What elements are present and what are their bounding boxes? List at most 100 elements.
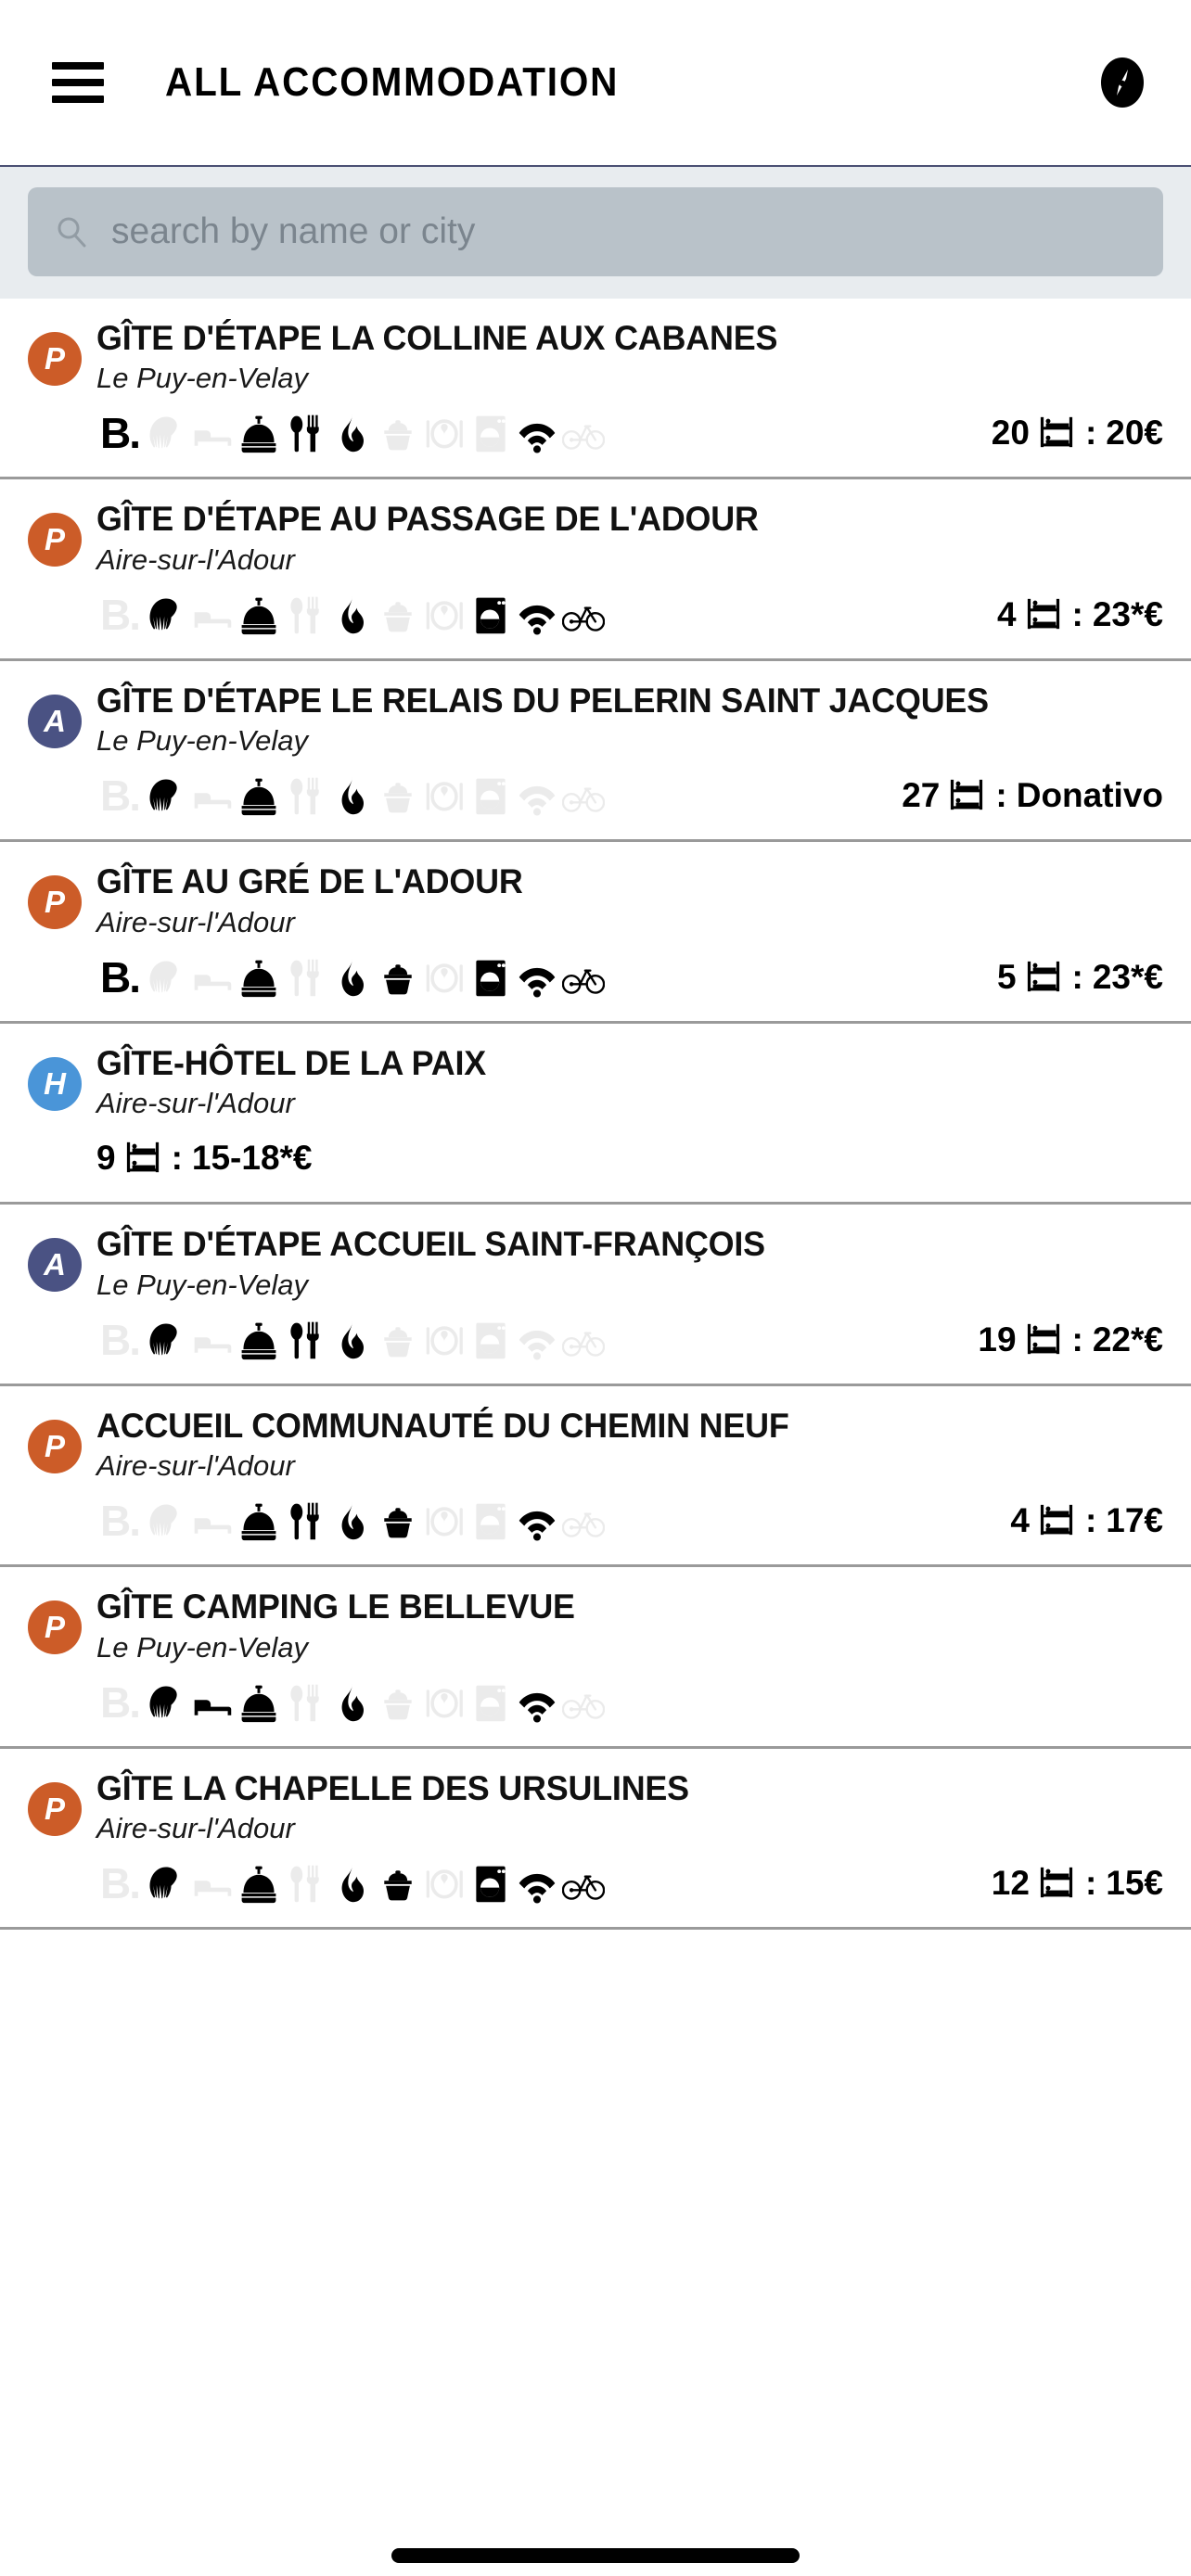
wifi-icon <box>514 410 560 456</box>
listing-city: Aire-sur-l'Adour <box>96 542 295 576</box>
price-separator: : <box>1071 1320 1083 1358</box>
bunk-bed-icon <box>1026 1321 1063 1358</box>
bed-icon <box>189 772 236 819</box>
washer-icon <box>467 1317 514 1363</box>
listing-footer: B. 20:20€ <box>96 408 1163 458</box>
wifi-icon <box>514 954 560 1001</box>
listing-row[interactable]: P GÎTE AU GRÉ DE L'ADOUR Aire-sur-l'Adour B… <box>0 842 1191 1024</box>
hamburger-bar <box>52 96 104 103</box>
wifi-icon <box>514 1498 560 1544</box>
cutlery-icon <box>282 1498 328 1544</box>
listing-body: GÎTE LA CHAPELLE DES URSULINES Aire-sur-l… <box>96 1769 1163 1908</box>
shell-icon <box>143 592 189 638</box>
amenity-icon-row: B. <box>96 772 607 819</box>
listing-row[interactable]: A GÎTE D'ÉTAPE ACCUEIL SAINT-FRANÇOIS Le P… <box>0 1205 1191 1386</box>
listing-name: ACCUEIL COMMUNAUTÉ DU CHEMIN NEUF <box>96 1406 789 1445</box>
plate-icon <box>421 592 467 638</box>
listing-row[interactable]: P ACCUEIL COMMUNAUTÉ DU CHEMIN NEUF Aire-s… <box>0 1386 1191 1568</box>
price-amount: 15-18*€ <box>191 1139 313 1178</box>
listing-name: GÎTE CAMPING LE BELLEVUE <box>96 1588 575 1626</box>
listing-name: GÎTE D'ÉTAPE LE RELAIS DU PELERIN SAINT … <box>96 681 989 720</box>
wifi-icon <box>514 592 560 638</box>
hamburger-bar <box>52 79 104 86</box>
listing-city: Aire-sur-l'Adour <box>96 1087 295 1120</box>
listing-city: Aire-sur-l'Adour <box>96 1811 295 1844</box>
plate-icon <box>421 772 467 819</box>
search-input[interactable] <box>111 211 1137 252</box>
listing-row[interactable]: P GÎTE CAMPING LE BELLEVUE Le Puy-en-Velay… <box>0 1567 1191 1749</box>
price-amount: 15€ <box>1106 1863 1163 1902</box>
bunk-bed-icon <box>125 1140 162 1177</box>
bike-icon <box>560 772 607 819</box>
listing-footer: B. <box>96 1677 1163 1728</box>
accommodation-list: P GÎTE D'ÉTAPE LA COLLINE AUX CABANES Le P… <box>0 299 1191 1930</box>
app-header: ALL ACCOMMODATION <box>0 0 1191 167</box>
listing-body: GÎTE D'ÉTAPE AU PASSAGE DE L'ADOUR Aire-s… <box>96 500 1163 639</box>
cutlery-icon <box>282 954 328 1001</box>
bell-icon <box>236 1498 282 1544</box>
compass-icon[interactable] <box>1096 57 1148 108</box>
listing-type-badge: P <box>28 332 82 386</box>
plate-icon <box>421 1860 467 1906</box>
search-icon <box>54 214 89 249</box>
price-amount: 17€ <box>1106 1501 1163 1540</box>
cutlery-icon <box>282 410 328 456</box>
listing-type-badge: P <box>28 513 82 567</box>
listing-name: GÎTE-HÔTEL DE LA PAIX <box>96 1043 486 1082</box>
listing-body: GÎTE D'ÉTAPE ACCUEIL SAINT-FRANÇOIS Le Pu… <box>96 1225 1163 1364</box>
price-separator: : <box>995 776 1007 815</box>
listing-name: GÎTE AU GRÉ DE L'ADOUR <box>96 862 523 901</box>
cutlery-icon <box>282 772 328 819</box>
amenity-icon-row: B. <box>96 1317 607 1363</box>
bell-icon <box>236 1317 282 1363</box>
bike-icon <box>560 1679 607 1726</box>
flame-icon <box>328 954 375 1001</box>
listing-row[interactable]: H GÎTE-HÔTEL DE LA PAIX Aire-sur-l'Adour 9:… <box>0 1024 1191 1205</box>
home-indicator <box>391 2548 800 2563</box>
shell-icon <box>143 410 189 456</box>
flame-icon <box>328 410 375 456</box>
listing-city: Aire-sur-l'Adour <box>96 905 295 938</box>
price-separator: : <box>1071 594 1083 633</box>
listing-footer: B. 27: Donativo <box>96 771 1163 821</box>
shell-icon <box>143 772 189 819</box>
listing-row[interactable]: P GÎTE LA CHAPELLE DES URSULINES Aire-sur-… <box>0 1749 1191 1930</box>
bell-icon <box>236 410 282 456</box>
hamburger-menu-icon[interactable] <box>52 62 104 103</box>
booking-icon: B. <box>100 590 141 639</box>
bed-count: 19 <box>978 1320 1017 1358</box>
amenity-icon-row: B. <box>96 1679 607 1726</box>
shell-icon <box>143 1860 189 1906</box>
price-separator: : <box>171 1139 183 1178</box>
flame-icon <box>328 592 375 638</box>
listing-row[interactable]: P GÎTE D'ÉTAPE LA COLLINE AUX CABANES Le P… <box>0 299 1191 480</box>
listing-name: GÎTE D'ÉTAPE LA COLLINE AUX CABANES <box>96 319 778 357</box>
search-box[interactable] <box>28 187 1163 276</box>
page-title: ALL ACCOMMODATION <box>165 59 620 105</box>
bike-icon <box>560 1317 607 1363</box>
listing-row[interactable]: A GÎTE D'ÉTAPE LE RELAIS DU PELERIN SAINT… <box>0 661 1191 843</box>
listing-body: ACCUEIL COMMUNAUTÉ DU CHEMIN NEUF Aire-su… <box>96 1407 1163 1546</box>
listing-row[interactable]: P GÎTE D'ÉTAPE AU PASSAGE DE L'ADOUR Aire-… <box>0 479 1191 661</box>
booking-icon: B. <box>100 409 141 458</box>
bell-icon <box>236 1679 282 1726</box>
pot-icon <box>375 1317 421 1363</box>
listing-type-badge: P <box>28 1419 82 1473</box>
washer-icon <box>467 1498 514 1544</box>
bed-icon <box>189 1860 236 1906</box>
shell-icon <box>143 1498 189 1544</box>
bike-icon <box>560 954 607 1001</box>
plate-icon <box>421 1679 467 1726</box>
plate-icon <box>421 954 467 1001</box>
shell-icon <box>143 1317 189 1363</box>
bed-count: 4 <box>996 594 1017 633</box>
listing-price-block: 4:17€ <box>992 1501 1163 1540</box>
price-amount: 22*€ <box>1092 1320 1163 1358</box>
shell-icon <box>143 954 189 1001</box>
flame-icon <box>328 1679 375 1726</box>
washer-icon <box>467 772 514 819</box>
amenity-icon-row: B. <box>96 954 607 1001</box>
listing-city: Le Puy-en-Velay <box>96 1630 309 1664</box>
booking-icon: B. <box>100 952 141 1001</box>
listing-body: GÎTE-HÔTEL DE LA PAIX Aire-sur-l'Adour 9:1… <box>96 1044 1163 1183</box>
